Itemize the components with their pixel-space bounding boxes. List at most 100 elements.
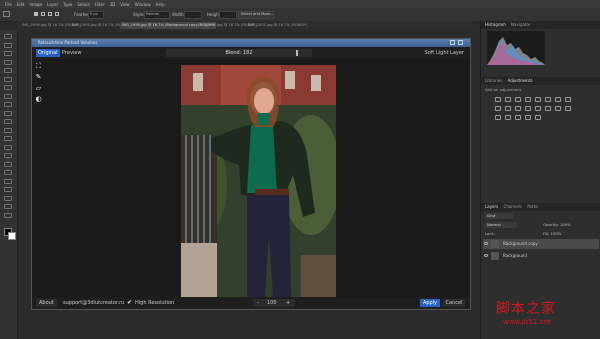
menu-item[interactable]: 3D [110,2,116,7]
apply-button[interactable]: Apply [420,299,440,307]
minimize-icon[interactable] [450,40,455,45]
contrast-icon[interactable]: ◐ [35,96,42,103]
tool-icon[interactable] [4,85,12,90]
tab-navigator[interactable]: Navigator [511,22,531,27]
menu-item[interactable]: Layer [47,2,58,7]
eraser-icon[interactable]: ▱ [35,85,42,92]
add-selection-icon[interactable] [41,12,45,16]
adjustment-icon[interactable] [535,115,541,120]
soft-light-layer-button[interactable]: Soft Light Layer [425,49,464,57]
new-selection-icon[interactable] [34,12,38,16]
adjustment-icon[interactable] [515,106,521,111]
layer-filter-kind[interactable]: Kind [485,213,513,219]
close-icon[interactable] [458,40,463,45]
brush-icon[interactable]: ✎ [35,74,42,81]
background-color-swatch[interactable] [8,232,16,240]
adjustment-icon[interactable] [535,106,541,111]
tool-icon[interactable] [4,42,12,48]
high-resolution-label[interactable]: High Resolution [135,299,174,307]
menu-item[interactable]: Help [155,2,164,7]
menu-item[interactable]: Image [29,2,42,7]
opacity-field[interactable]: Opacity: 100% [543,222,571,227]
checkmark-icon[interactable]: ✔ [127,300,132,306]
adjustment-icon[interactable] [495,115,501,120]
menu-item[interactable]: Edit [17,2,25,7]
tool-icon[interactable] [4,170,12,175]
adjustment-icon[interactable] [555,97,561,102]
zoom-out-button[interactable]: - [257,299,259,307]
adjustment-icon[interactable] [505,115,511,120]
adjustment-icon[interactable] [515,115,521,120]
adjustment-icon[interactable] [555,106,561,111]
adjustment-icon[interactable] [525,97,531,102]
menu-item[interactable]: Type [63,2,72,7]
adjustment-icon[interactable] [545,106,551,111]
adjustment-icon[interactable] [565,97,571,102]
layer-row[interactable]: Background [483,251,599,261]
blend-slider[interactable]: Blend: 182 [166,49,312,57]
cancel-button[interactable]: Cancel [443,299,465,307]
adjustment-icon[interactable] [565,106,571,111]
eye-icon[interactable] [484,242,488,245]
menu-item[interactable]: Window [135,2,151,7]
tool-icon[interactable] [4,161,12,167]
adjustment-icon[interactable] [515,97,521,102]
tool-icon[interactable] [4,187,12,192]
tool-icon[interactable] [4,136,12,141]
preview-button[interactable]: Preview [60,49,83,57]
eye-icon[interactable] [484,254,488,257]
menu-item[interactable]: Select [77,2,89,7]
tool-icon[interactable] [4,178,12,184]
tab-channels[interactable]: Channels [504,204,523,209]
tab-histogram[interactable]: Histogram [485,22,506,27]
support-email-link[interactable]: support@3dlutcreator.ru [63,299,124,307]
document-tab[interactable]: IMG_2001.jpg @ 16.7% (RGB/8*) [246,22,309,29]
preview-image[interactable] [181,65,336,297]
tool-icon[interactable] [4,204,12,209]
intersect-selection-icon[interactable] [55,12,59,16]
tool-icon[interactable] [4,93,12,99]
tab-layers[interactable]: Layers [485,204,498,209]
tool-icon[interactable] [4,51,12,56]
about-button[interactable]: About [36,299,57,307]
tool-icon[interactable] [4,144,12,150]
style-select[interactable]: Normal [144,11,170,19]
blend-mode-select[interactable]: Normal [485,222,517,228]
tool-icon[interactable] [4,127,12,133]
tool-icon[interactable] [4,34,12,39]
tool-icon[interactable] [4,110,12,116]
tool-icon[interactable] [4,153,12,158]
feather-field[interactable]: 0 px [88,11,104,19]
tool-icon[interactable] [4,68,12,73]
adjustment-icon[interactable] [525,115,531,120]
adjustment-icon[interactable] [505,106,511,111]
tool-icon[interactable] [4,119,12,124]
tool-icon[interactable] [4,59,12,65]
width-field[interactable] [184,11,202,19]
layer-row[interactable]: Background copy [483,239,599,249]
tab-libraries[interactable]: Libraries [485,78,502,83]
menu-item[interactable]: File [5,2,12,7]
adjustment-icon[interactable] [495,97,501,102]
tool-icon[interactable] [4,195,12,201]
adjustment-icon[interactable] [525,106,531,111]
fill-field[interactable]: Fill: 100% [543,231,561,236]
adjustment-icon[interactable] [505,97,511,102]
height-field[interactable] [219,11,237,19]
menu-item[interactable]: View [120,2,130,7]
adjustment-icon[interactable] [495,106,501,111]
menu-item[interactable]: Filter [95,2,105,7]
tool-icon[interactable] [4,76,12,82]
marquee-tool-icon[interactable] [3,11,10,17]
original-button[interactable]: Original [36,49,60,57]
select-and-mask-button[interactable]: Select and Mask... [238,11,274,19]
subtract-selection-icon[interactable] [48,12,52,16]
tab-paths[interactable]: Paths [527,204,538,209]
adjustment-icon[interactable] [535,97,541,102]
zoom-in-button[interactable]: + [286,299,290,307]
tool-icon[interactable] [4,212,12,218]
dialog-titlebar[interactable]: Retouch4me Portrait Volumes [32,39,470,47]
adjustment-icon[interactable] [545,97,551,102]
fit-view-icon[interactable]: ⛶ [35,63,42,70]
blend-slider-handle[interactable] [295,50,298,56]
